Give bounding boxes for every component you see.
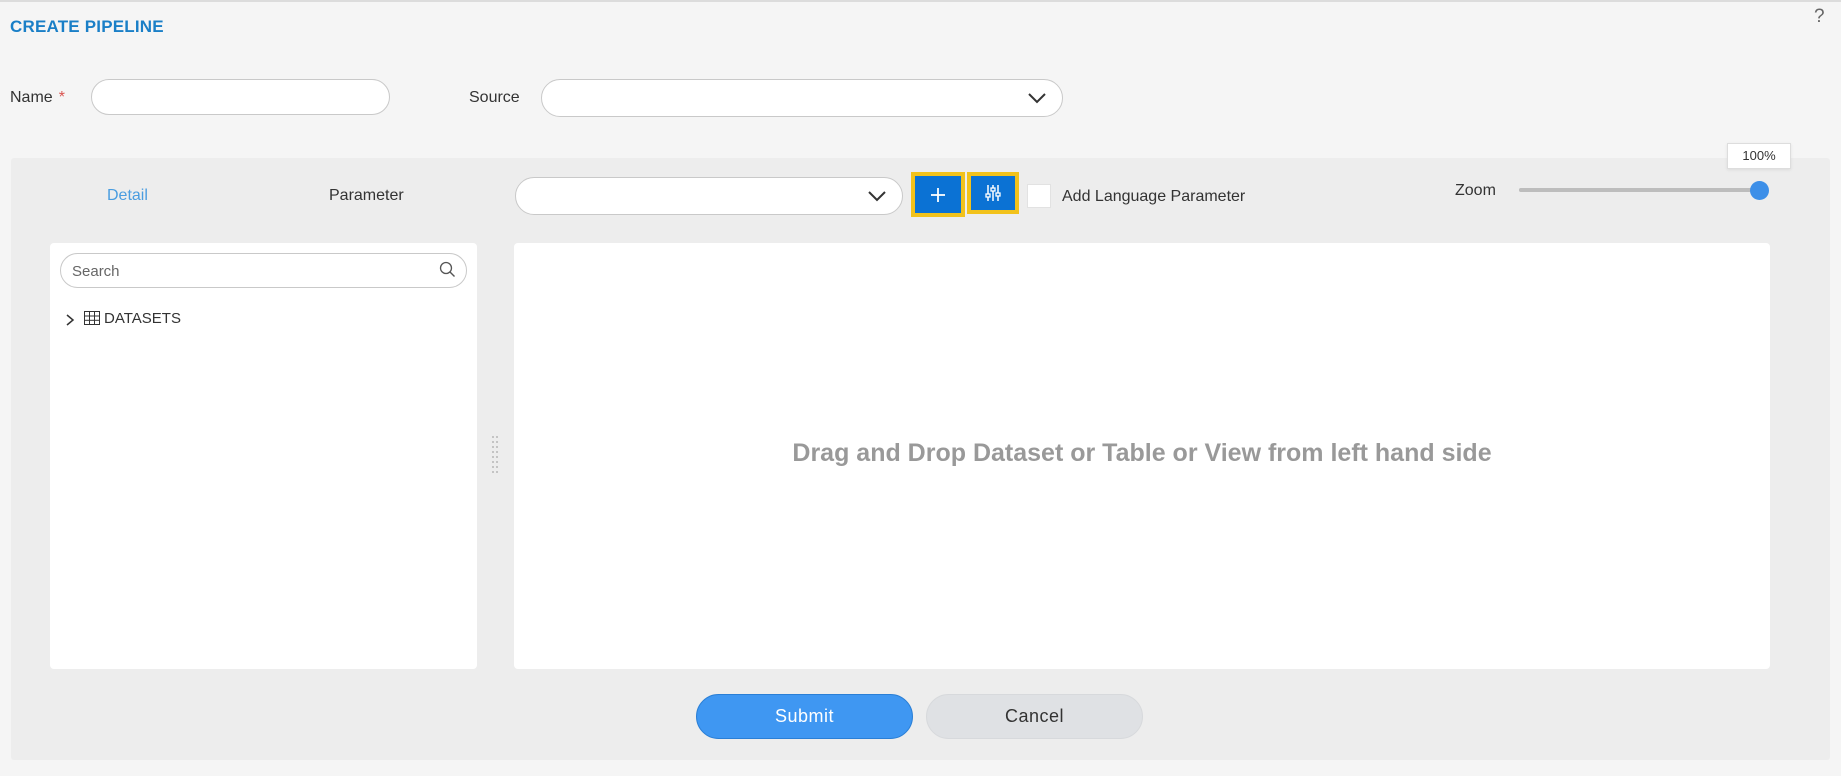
source-select[interactable]: [541, 79, 1063, 117]
search-placeholder: Search: [72, 263, 120, 280]
tree-item-datasets[interactable]: DATASETS: [64, 307, 181, 329]
zoom-tooltip: 100%: [1727, 143, 1791, 169]
tab-detail[interactable]: Detail: [107, 187, 148, 205]
name-input[interactable]: [91, 79, 390, 115]
sliders-icon: [985, 185, 1001, 201]
tree-item-label: DATASETS: [104, 309, 181, 327]
tab-parameter[interactable]: Parameter: [329, 187, 404, 205]
table-grid-icon: [84, 311, 100, 325]
zoom-slider[interactable]: [1519, 188, 1759, 192]
page-title: CREATE PIPELINE: [10, 17, 164, 36]
parameter-select[interactable]: [515, 177, 903, 215]
name-label-text: Name: [10, 89, 53, 106]
parameter-settings-button[interactable]: [967, 172, 1019, 214]
search-input[interactable]: Search: [60, 253, 467, 288]
cancel-button[interactable]: Cancel: [926, 694, 1143, 739]
pipeline-canvas[interactable]: Drag and Drop Dataset or Table or View f…: [514, 243, 1770, 669]
zoom-slider-handle[interactable]: [1750, 181, 1769, 200]
chevron-down-icon: [868, 191, 886, 202]
top-divider: [0, 0, 1841, 2]
chevron-down-icon: [1028, 93, 1046, 104]
name-label: Name *: [10, 89, 65, 107]
zoom-slider-fill: [1519, 188, 1759, 192]
canvas-empty-message: Drag and Drop Dataset or Table or View f…: [792, 439, 1492, 467]
language-parameter-checkbox[interactable]: [1027, 184, 1051, 208]
chevron-right-icon[interactable]: [64, 313, 76, 327]
help-icon[interactable]: ?: [1814, 6, 1825, 28]
required-mark: *: [58, 89, 65, 106]
pane-resize-handle[interactable]: [491, 435, 499, 477]
search-icon[interactable]: [438, 261, 456, 279]
plus-icon: [931, 187, 945, 202]
language-parameter-label: Add Language Parameter: [1062, 188, 1246, 205]
source-label: Source: [469, 89, 520, 106]
submit-button[interactable]: Submit: [696, 694, 913, 739]
zoom-label: Zoom: [1455, 182, 1496, 199]
add-parameter-button[interactable]: [911, 172, 965, 217]
